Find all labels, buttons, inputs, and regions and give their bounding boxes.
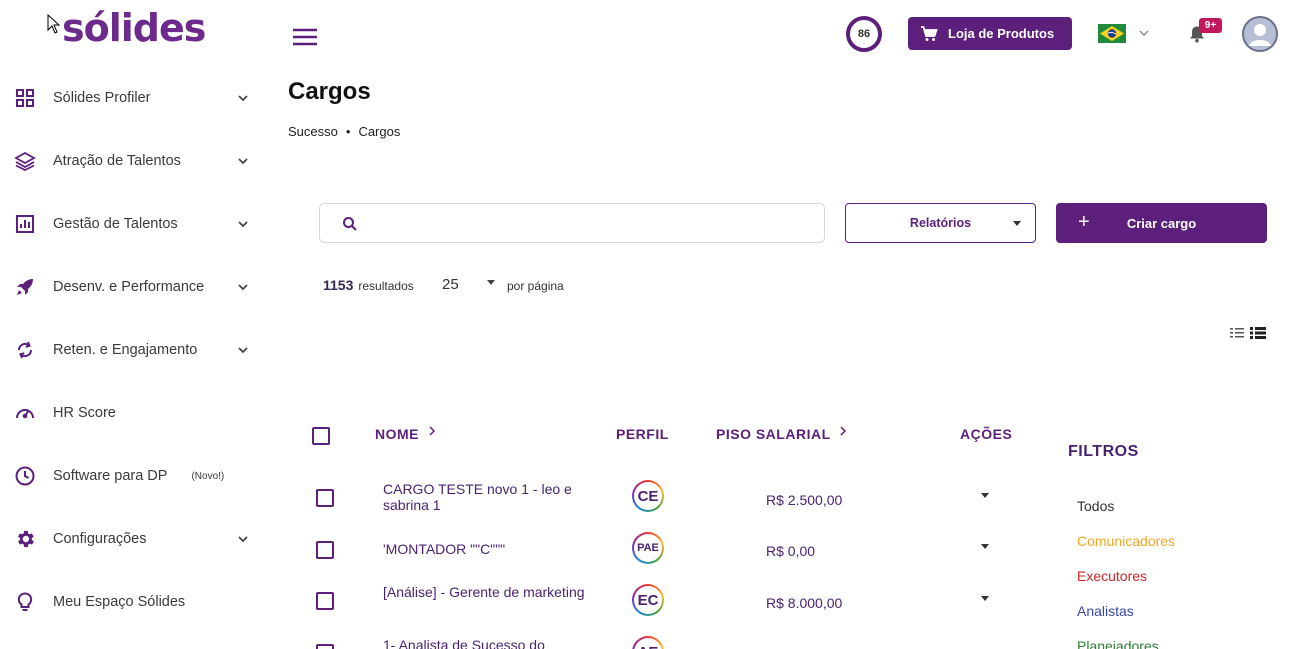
solides-logo[interactable]: sólides: [62, 6, 206, 50]
chevron-right-icon[interactable]: [427, 425, 437, 437]
column-header-profile: PERFIL: [616, 426, 669, 442]
actions-dropdown-caret[interactable]: [981, 544, 989, 549]
create-role-button[interactable]: + Criar cargo: [1056, 203, 1267, 243]
sidebar-item-label: Meu Espaço Sólides: [53, 594, 186, 610]
disc-profile-badge: CE: [632, 480, 664, 512]
per-page-label: por página: [507, 279, 564, 293]
sidebar-item-software-dp[interactable]: Software para DP (Novo!): [0, 456, 270, 496]
sidebar-item-meu-espaco[interactable]: Meu Espaço Sólides: [0, 582, 270, 622]
caret-down-icon: [1013, 221, 1021, 226]
create-role-label: Criar cargo: [1126, 215, 1197, 231]
filter-executores[interactable]: Executores: [1077, 568, 1147, 584]
filter-analistas[interactable]: Analistas: [1077, 603, 1134, 619]
sidebar-item-desenv-performance[interactable]: Desenv. e Performance: [0, 267, 270, 307]
sidebar-item-atracao-talentos[interactable]: Atração de Talentos: [0, 141, 270, 181]
mouse-cursor-icon: [47, 14, 61, 34]
role-name-link[interactable]: CARGO TESTE novo 1 - leo e sabrina 1: [383, 481, 593, 513]
sidebar-item-label: HR Score: [53, 405, 116, 421]
sidebar-item-configuracoes[interactable]: Configurações: [0, 519, 270, 559]
column-header-name[interactable]: NOME: [375, 426, 419, 442]
salary-value: R$ 0,00: [766, 543, 816, 559]
chevron-down-icon: [238, 536, 248, 543]
breadcrumb-item: Cargos: [358, 124, 401, 139]
grid-icon: [14, 87, 36, 109]
search-input[interactable]: [370, 209, 810, 237]
breadcrumb-separator: •: [345, 124, 351, 139]
row-checkbox[interactable]: [316, 592, 334, 610]
results-label: resultados: [358, 279, 414, 293]
actions-dropdown-caret[interactable]: [981, 596, 989, 601]
lightbulb-icon: [14, 591, 36, 613]
breadcrumb-item[interactable]: Sucesso: [288, 124, 338, 139]
breadcrumb: Sucesso • Cargos: [288, 124, 400, 139]
sidebar-item-gestao-talentos[interactable]: Gestão de Talentos: [0, 204, 270, 244]
rocket-icon: [14, 276, 36, 298]
reports-dropdown[interactable]: Relatórios: [845, 203, 1036, 243]
salary-value: R$ 2.500,00: [766, 492, 843, 508]
notification-badge: 9+: [1199, 18, 1222, 33]
search-box[interactable]: [319, 203, 825, 243]
disc-profile-badge: EC: [632, 584, 664, 616]
chevron-down-icon: [238, 158, 248, 165]
results-count: 1153: [323, 277, 354, 293]
search-icon: [343, 217, 357, 231]
sidebar-item-label: Atração de Talentos: [53, 153, 181, 169]
gauge-icon: [14, 402, 36, 424]
chevron-down-icon: [238, 347, 248, 354]
role-name-link[interactable]: 1- Analista de Sucesso do: [383, 637, 593, 649]
chevron-down-icon[interactable]: [1138, 27, 1150, 39]
user-avatar-icon[interactable]: [1242, 16, 1278, 52]
row-checkbox[interactable]: [316, 644, 334, 649]
new-badge: (Novo!): [191, 470, 225, 482]
chevron-down-icon: [238, 95, 248, 102]
menu-icon[interactable]: [293, 28, 317, 46]
bar-chart-icon: [14, 213, 36, 235]
clock-icon: [14, 465, 36, 487]
row-checkbox[interactable]: [316, 489, 334, 507]
filter-planejadores[interactable]: Planejadores: [1077, 638, 1159, 649]
column-header-salary[interactable]: PISO SALARIAL: [716, 426, 831, 442]
sidebar-item-label: Software para DP: [53, 468, 168, 484]
sidebar-item-reten-engajamento[interactable]: Reten. e Engajamento: [0, 330, 270, 370]
caret-down-icon[interactable]: [487, 280, 495, 285]
role-name-link[interactable]: [Análise] - Gerente de marketing: [383, 584, 593, 600]
chevron-down-icon: [238, 221, 248, 228]
role-name-link[interactable]: 'MONTADOR ""C""": [383, 541, 593, 557]
sidebar-item-hr-score[interactable]: HR Score: [0, 393, 270, 433]
disc-profile-badge: PAE: [632, 532, 664, 564]
disc-profile-badge: AE: [632, 636, 664, 649]
row-checkbox[interactable]: [316, 541, 334, 559]
reports-label: Relatórios: [909, 216, 972, 230]
plus-icon: +: [1078, 211, 1090, 233]
cart-icon: [921, 25, 938, 41]
sidebar-item-label: Desenv. e Performance: [53, 279, 205, 295]
per-page-select[interactable]: 25: [442, 276, 459, 293]
sidebar-item-label: Configurações: [53, 531, 147, 547]
column-header-actions: AÇÕES: [960, 426, 1013, 442]
actions-dropdown-caret[interactable]: [981, 493, 989, 498]
score-indicator[interactable]: 86: [846, 16, 882, 52]
results-summary: 1153 resultados: [323, 277, 414, 293]
sidebar-item-label: Gestão de Talentos: [53, 216, 178, 232]
view-toggle[interactable]: [1230, 327, 1266, 339]
page-title: Cargos: [288, 78, 371, 105]
gear-icon: [14, 528, 36, 550]
filter-comunicadores[interactable]: Comunicadores: [1077, 533, 1175, 549]
chevron-right-icon[interactable]: [838, 425, 848, 437]
detailed-list-view-icon: [1250, 327, 1266, 339]
sidebar-item-label: Reten. e Engajamento: [53, 342, 198, 358]
filters-title: FILTROS: [1068, 443, 1139, 460]
layers-icon: [14, 150, 36, 172]
salary-value: R$ 8.000,00: [766, 595, 843, 611]
list-view-icon: [1230, 328, 1244, 338]
sync-icon: [14, 339, 36, 361]
product-store-label: Loja de Produtos: [948, 26, 1055, 41]
chevron-down-icon: [238, 284, 248, 291]
select-all-checkbox[interactable]: [312, 427, 330, 445]
sidebar-item-label: Sólides Profiler: [53, 90, 151, 106]
product-store-button[interactable]: Loja de Produtos: [908, 17, 1072, 50]
filter-todos[interactable]: Todos: [1077, 498, 1114, 514]
sidebar-item-solides-profiler[interactable]: Sólides Profiler: [0, 78, 270, 118]
brazil-flag-icon[interactable]: [1098, 24, 1126, 43]
